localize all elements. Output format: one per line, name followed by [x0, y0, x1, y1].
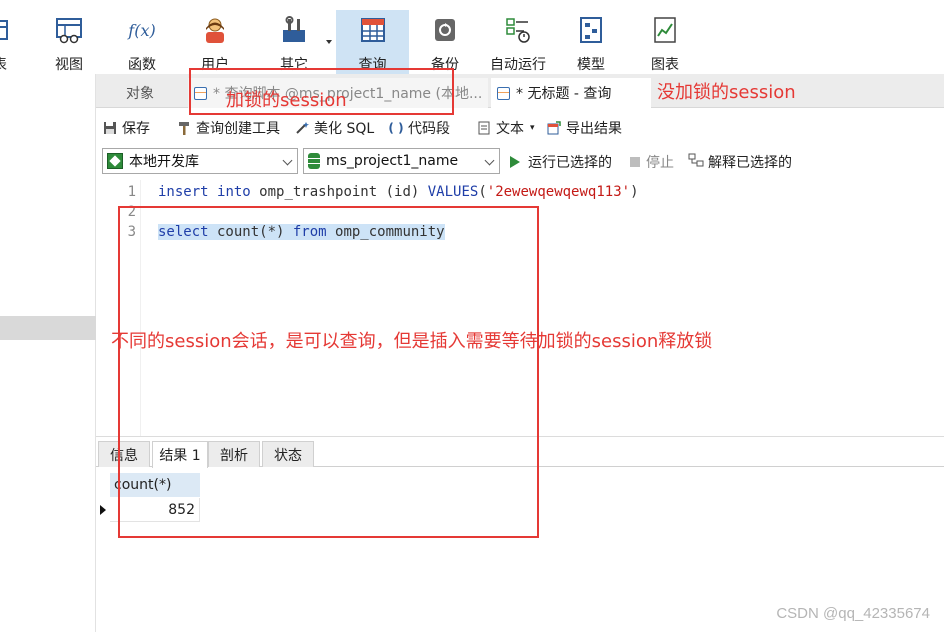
ribbon-label: 函数 — [128, 57, 156, 73]
chevron-down-icon[interactable]: ▾ — [530, 123, 535, 133]
tab-label: 对象 — [126, 86, 154, 102]
object-navigator[interactable] — [0, 74, 96, 632]
user-icon — [201, 14, 229, 46]
server-select[interactable]: 本地开发库 — [102, 148, 298, 174]
chevron-down-icon — [282, 155, 293, 166]
annotation-unlocked-session: 没加锁的session — [657, 82, 796, 103]
table-icon — [0, 14, 14, 46]
line-number: 1 — [127, 184, 136, 200]
document-icon — [476, 120, 492, 136]
text-button[interactable]: 文本 ▾ — [476, 118, 535, 138]
row-pointer-icon — [100, 505, 106, 515]
function-icon: f(x) — [128, 14, 156, 46]
ribbon-function-button[interactable]: f(x) 函数 — [118, 10, 166, 74]
tools-icon — [280, 14, 308, 46]
stop-button[interactable]: 停止 — [630, 152, 674, 172]
database-value: ms_project1_name — [326, 153, 459, 169]
annotation-locked-session: 加锁的session — [226, 90, 347, 111]
chart-icon — [651, 14, 679, 46]
query-builder-button[interactable]: 查询创建工具 — [176, 118, 280, 138]
ribbon-label: 表 — [0, 54, 7, 74]
function-glyph: f(x) — [128, 20, 156, 40]
ribbon-table-button[interactable]: 表 — [0, 10, 14, 74]
watermark: CSDN @qq_42335674 — [776, 605, 930, 622]
query-tab-icon — [497, 86, 510, 100]
model-icon — [577, 14, 605, 46]
ribbon-query-button[interactable]: 查询 — [336, 10, 409, 74]
save-button[interactable]: 保存 — [102, 118, 150, 138]
ribbon-chart-button[interactable]: 图表 — [642, 10, 688, 74]
code-snippet-button[interactable]: ( ) 代码段 — [388, 118, 450, 138]
ribbon-user-button[interactable]: 用户 — [192, 10, 238, 74]
code-line-1[interactable]: insert into omp_trashpoint (id) VALUES('… — [158, 184, 639, 200]
annotation-note: 不同的session会话，是可以查询，但是插入需要等待加锁的session释放锁 — [111, 331, 713, 352]
database-select[interactable]: ms_project1_name — [303, 148, 500, 174]
save-label: 保存 — [122, 121, 150, 137]
ribbon-autorun-button[interactable]: 自动运行 — [484, 10, 552, 74]
ribbon-toolbar: 表 视图 f(x) 函数 用户 其它 查询 备份 — [0, 0, 944, 74]
hammer-icon — [176, 120, 192, 136]
ribbon-other-button[interactable]: 其它 — [270, 10, 318, 74]
annotation-box-editor — [118, 206, 539, 538]
string-literal: '2ewewqewqewq113' — [486, 184, 631, 200]
tab-label: * 无标题 - 查询 — [516, 86, 612, 102]
beautify-sql-button[interactable]: 美化 SQL — [294, 118, 374, 138]
ribbon-label: 自动运行 — [490, 57, 546, 73]
explain-selected-label: 解释已选择的 — [708, 155, 792, 171]
beautify-label: 美化 SQL — [314, 121, 375, 137]
backup-icon — [431, 14, 459, 46]
server-value: 本地开发库 — [129, 154, 199, 170]
export-results-button[interactable]: 导出结果 — [546, 118, 622, 138]
ribbon-label: 图表 — [651, 57, 679, 73]
export-label: 导出结果 — [566, 121, 622, 137]
ribbon-backup-button[interactable]: 备份 — [422, 10, 468, 74]
tab-objects[interactable]: 对象 — [96, 78, 184, 108]
stop-icon — [630, 157, 640, 167]
query-action-toolbar: 保存 查询创建工具 美化 SQL ( ) 代码段 文本 ▾ 导出结果 — [96, 110, 944, 146]
keyword: insert — [158, 184, 209, 200]
brackets-icon: ( ) — [388, 121, 404, 135]
server-icon — [107, 153, 123, 169]
run-selected-button[interactable]: 运行已选择的 — [510, 152, 612, 172]
snippet-label: 代码段 — [408, 121, 450, 137]
auto-run-icon — [504, 14, 532, 46]
magic-wand-icon — [294, 120, 310, 136]
ribbon-label: 视图 — [55, 57, 83, 73]
save-icon — [102, 120, 118, 136]
query-builder-label: 查询创建工具 — [196, 121, 280, 137]
play-icon — [510, 156, 520, 168]
query-icon — [359, 14, 387, 46]
ribbon-view-button[interactable]: 视图 — [46, 10, 92, 74]
tab-untitled-query[interactable]: * 无标题 - 查询 — [491, 78, 651, 108]
code-text: omp_trashpoint (id) — [250, 184, 428, 200]
explain-selected-button[interactable]: 解释已选择的 — [688, 152, 792, 172]
run-selected-label: 运行已选择的 — [528, 155, 612, 171]
chevron-down-icon[interactable] — [326, 40, 332, 44]
view-icon — [55, 14, 83, 46]
keyword: VALUES — [427, 184, 479, 200]
text-label: 文本 — [496, 121, 524, 137]
ribbon-model-button[interactable]: 模型 — [568, 10, 614, 74]
connection-toolbar: 本地开发库 ms_project1_name 运行已选择的 停止 解释已选择的 — [96, 146, 944, 178]
explain-icon — [688, 153, 704, 171]
chevron-down-icon — [484, 155, 495, 166]
database-icon — [308, 153, 320, 169]
stop-label: 停止 — [646, 155, 674, 171]
selected-nav-item[interactable] — [0, 316, 96, 340]
export-icon — [546, 120, 562, 136]
ribbon-label: 模型 — [577, 57, 605, 73]
keyword: into — [217, 184, 251, 200]
